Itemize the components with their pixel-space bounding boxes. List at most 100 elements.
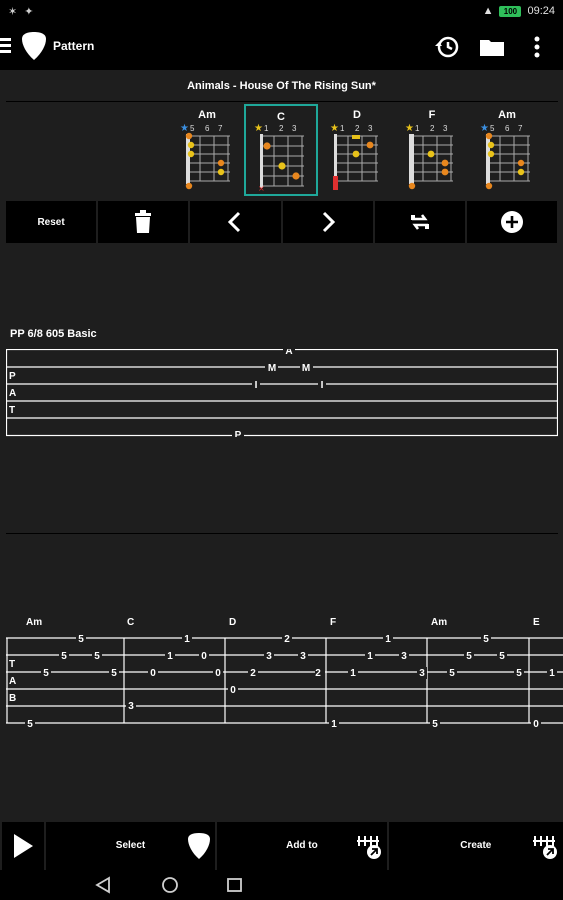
staff-label-a: A bbox=[9, 388, 16, 399]
guitar-pick-icon bbox=[21, 31, 47, 66]
fret-number: 2 bbox=[430, 124, 435, 133]
svg-text:★: ★ bbox=[254, 123, 263, 134]
pattern-note: I bbox=[321, 380, 324, 391]
select-button[interactable]: Select bbox=[45, 822, 216, 870]
tab-note: 5 bbox=[516, 668, 522, 679]
chevron-right-icon bbox=[322, 211, 335, 233]
home-icon[interactable] bbox=[162, 877, 178, 893]
pattern-note: A bbox=[285, 349, 292, 357]
tab-note: 3 bbox=[401, 651, 407, 662]
tab-note: 2 bbox=[315, 668, 321, 679]
tab-note: 1 bbox=[385, 634, 391, 645]
system-nav-bar bbox=[0, 870, 563, 900]
tab-note: 0 bbox=[533, 719, 539, 730]
create-chord-pattern-icon bbox=[533, 832, 559, 863]
tab-note: 0 bbox=[230, 685, 236, 696]
chord-strip[interactable]: Am ★ 5 6 7 C ★ 1 2 3 × D ★ 1 2 3 F ★ 1 2… bbox=[170, 102, 563, 198]
tablature[interactable]: Am C D F Am E T A B 5 5 5 5 5 5 0 1 1 0 … bbox=[6, 610, 563, 730]
previous-button[interactable] bbox=[190, 201, 281, 243]
tab-chord-label: D bbox=[229, 617, 236, 628]
tab-note: 5 bbox=[111, 668, 117, 679]
add-chord-pattern-icon bbox=[356, 832, 383, 863]
svg-text:★: ★ bbox=[480, 123, 489, 134]
status-bar: ✶ ✦ ▲ 100 09:24 bbox=[0, 0, 563, 24]
play-button[interactable] bbox=[2, 822, 44, 870]
fret-number: 5 bbox=[490, 124, 495, 133]
tab-note: 3 bbox=[300, 651, 306, 662]
chord-diagram-f[interactable]: F ★ 1 2 3 bbox=[395, 104, 469, 196]
fret-number: 3 bbox=[368, 124, 373, 133]
app-bar: Pattern bbox=[0, 24, 563, 70]
tab-note: 0 bbox=[201, 651, 207, 662]
delete-button[interactable] bbox=[98, 201, 189, 243]
tab-note: 5 bbox=[94, 651, 100, 662]
play-icon bbox=[13, 834, 33, 858]
tab-chord-label: Am bbox=[431, 617, 447, 628]
more-vert-icon[interactable] bbox=[523, 33, 551, 61]
tab-note: 2 bbox=[284, 634, 290, 645]
next-button[interactable] bbox=[282, 201, 373, 243]
tab-chord-label: C bbox=[127, 617, 134, 628]
fret-number: 5 bbox=[190, 124, 195, 133]
folder-icon[interactable] bbox=[478, 33, 506, 61]
tab-note: 1 bbox=[167, 651, 173, 662]
bottom-action-bar: Select Add to Create bbox=[0, 822, 563, 870]
tab-note: 5 bbox=[499, 651, 505, 662]
tab-note: 2 bbox=[250, 668, 256, 679]
notification-icons: ✶ ✦ bbox=[8, 6, 36, 18]
tab-chord-label: Am bbox=[26, 617, 42, 628]
menu-icon[interactable] bbox=[0, 38, 12, 54]
chord-diagram-am[interactable]: Am ★ 5 6 7 bbox=[170, 104, 244, 196]
pattern-staff[interactable]: P A T A M M I I P bbox=[5, 345, 559, 441]
fret-number: 3 bbox=[443, 124, 448, 133]
tab-note: 5 bbox=[483, 634, 489, 645]
pattern-name: PP 6/8 605 Basic bbox=[10, 328, 97, 340]
pattern-note: I bbox=[255, 380, 258, 391]
tab-label-a: A bbox=[9, 676, 16, 687]
recents-icon[interactable] bbox=[227, 878, 242, 892]
tab-note: 3 bbox=[128, 701, 134, 712]
tab-note: 3 bbox=[266, 651, 272, 662]
add-to-button[interactable]: Add to bbox=[217, 822, 387, 870]
fret-number: 6 bbox=[505, 124, 510, 133]
chord-diagram-am-2[interactable]: Am ★ 5 6 7 bbox=[470, 104, 544, 196]
svg-text:×: × bbox=[258, 184, 265, 193]
fret-number: 2 bbox=[279, 124, 284, 133]
main-content: Animals - House Of The Rising Sun* Am ★ … bbox=[0, 70, 563, 822]
reset-button[interactable]: Reset bbox=[6, 201, 97, 243]
tab-note: 5 bbox=[466, 651, 472, 662]
swap-icon bbox=[410, 214, 429, 230]
staff-label-p: P bbox=[9, 371, 16, 382]
fret-number: 1 bbox=[415, 124, 420, 133]
battery-icon: 100 bbox=[499, 5, 522, 17]
history-icon[interactable] bbox=[433, 33, 461, 61]
add-circle-icon bbox=[500, 211, 523, 233]
tab-label-b: B bbox=[9, 693, 16, 704]
fret-number: 1 bbox=[264, 124, 269, 133]
fret-number: 2 bbox=[355, 124, 360, 133]
trash-icon bbox=[135, 210, 152, 233]
tab-note: 5 bbox=[27, 719, 33, 730]
add-button[interactable] bbox=[466, 201, 558, 243]
back-icon[interactable] bbox=[95, 876, 110, 894]
clock: 09:24 bbox=[527, 5, 555, 17]
fret-number: 3 bbox=[292, 124, 297, 133]
tab-note: 1 bbox=[184, 634, 190, 645]
create-button[interactable]: Create bbox=[388, 822, 563, 870]
staff-label-t: T bbox=[9, 405, 15, 416]
tab-note: 5 bbox=[449, 668, 455, 679]
tab-label-t: T bbox=[9, 659, 15, 670]
pattern-note: M bbox=[302, 363, 310, 374]
tab-note: 1 bbox=[367, 651, 373, 662]
pattern-toolbar: Reset bbox=[6, 201, 558, 243]
svg-text:★: ★ bbox=[330, 123, 339, 134]
chord-diagram-c[interactable]: C ★ 1 2 3 × bbox=[244, 104, 318, 196]
swap-button[interactable] bbox=[374, 201, 465, 243]
tab-chord-label: E bbox=[533, 617, 540, 628]
fret-number: 1 bbox=[340, 124, 345, 133]
pattern-note: M bbox=[268, 363, 276, 374]
tab-note: 5 bbox=[61, 651, 67, 662]
chord-diagram-d[interactable]: D ★ 1 2 3 bbox=[320, 104, 394, 196]
fret-number: 7 bbox=[218, 124, 223, 133]
svg-text:★: ★ bbox=[405, 123, 414, 134]
